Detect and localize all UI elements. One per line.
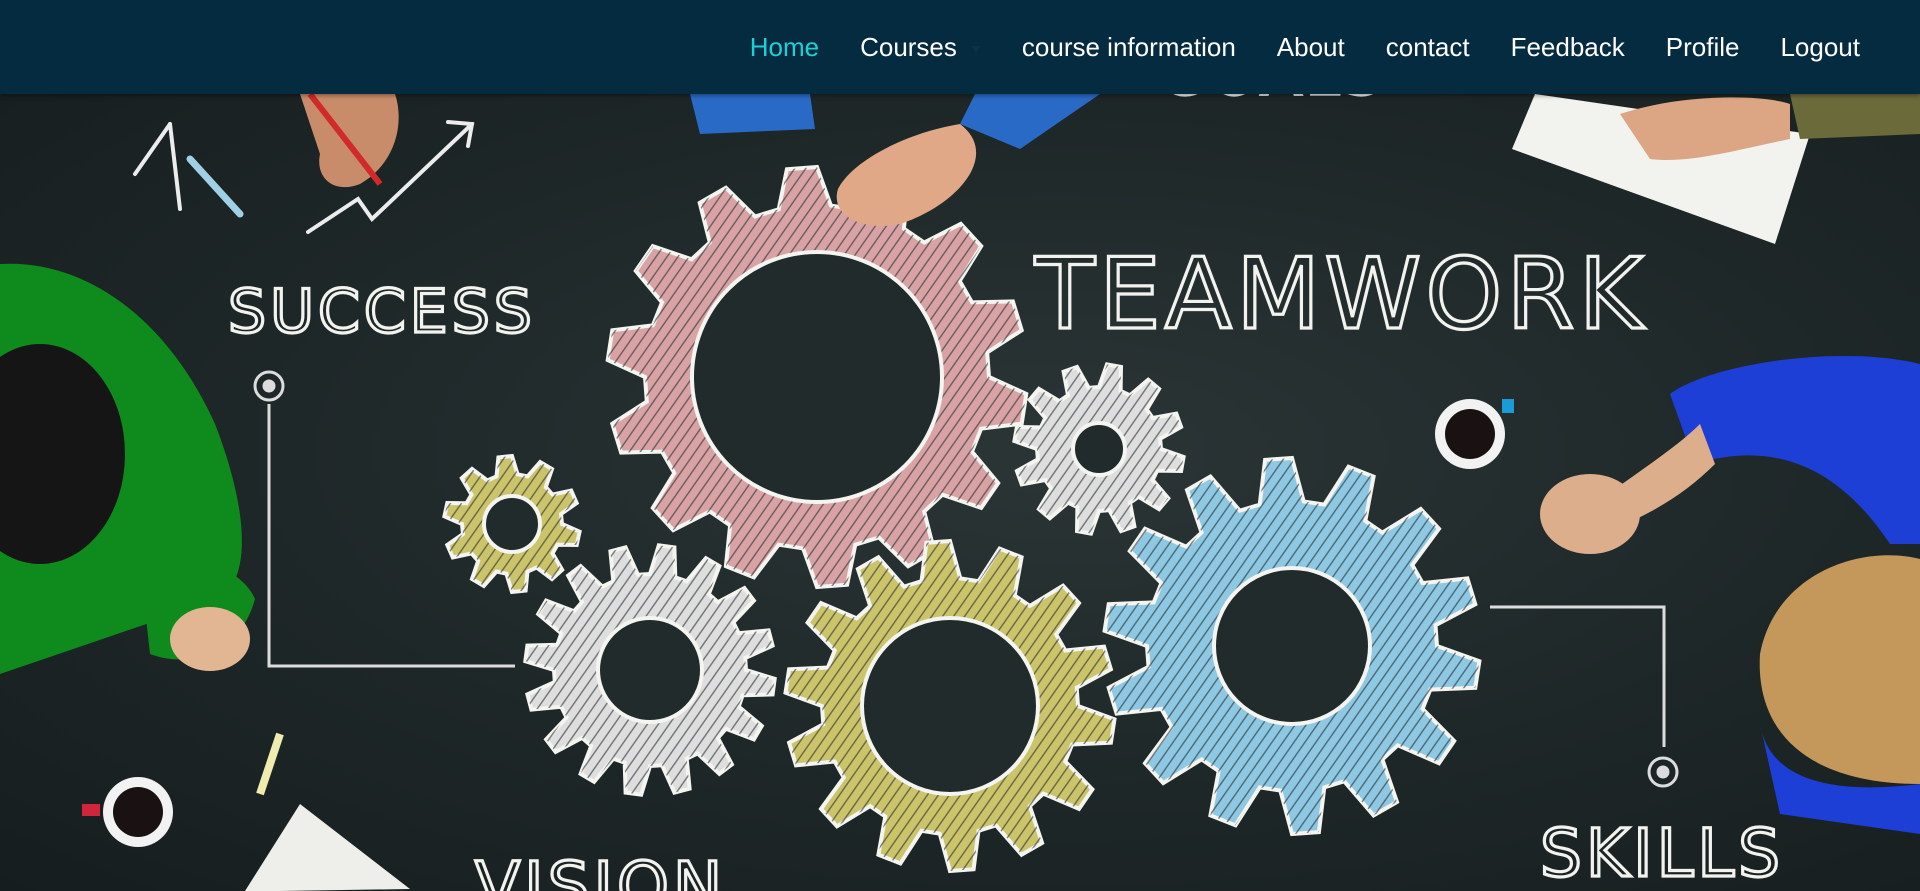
nav-item-about[interactable]: About [1277,32,1345,63]
nav-item-feedback[interactable]: Feedback [1511,32,1625,63]
nav-item-logout[interactable]: Logout [1780,32,1860,63]
chalk-word-teamwork: TEAMWORK [1034,238,1647,352]
nav-item-contact[interactable]: contact [1386,32,1470,63]
nav-item-contact-label: contact [1385,31,1470,62]
white-gear [523,543,777,797]
nav-menu: Home Courses course information About co… [709,0,1860,94]
gear-yellow-small-hole [482,494,542,554]
chalk-word-vision: VISION [475,848,726,891]
nav-item-feedback-label: Feedback [1510,31,1625,62]
chalk-word-success: SUCCESS [228,277,536,347]
person-blue-shirt [1540,355,1920,834]
white-small-gear [1012,362,1186,536]
chalk-word-goals: GOALS [1160,94,1385,109]
paper-bottom-left [245,732,410,891]
yellow-small-gear [442,453,582,595]
hero-banner-image: TEAMWORK SUCCESS SKILLS VISION GOALS [0,94,1920,891]
nav-item-home-label: Home [749,31,820,62]
hand-top-checkered [690,94,1100,226]
gear-blue-hole [1212,566,1372,726]
person-green-sweater [0,263,255,674]
gear-white-small-hole [1071,421,1127,477]
teamwork-chalkboard-illustration: TEAMWORK SUCCESS SKILLS VISION GOALS [0,94,1920,891]
chalk-word-skills: SKILLS [1540,815,1784,891]
nav-item-profile[interactable]: Profile [1666,32,1740,63]
pink-gear [605,164,1029,590]
hand-top-left [300,94,399,188]
nav-item-courses[interactable]: Courses [860,32,981,63]
nav-item-course-information[interactable]: course information [1022,32,1236,63]
blue-gear [1102,455,1482,837]
yellow-gear [783,538,1117,874]
chevron-down-icon [970,46,981,52]
top-navbar: Home Courses course information About co… [0,0,1920,94]
nav-item-courses-label: Courses [860,31,957,62]
gear-pink-hole [690,250,944,504]
gear-yellow-hole [860,616,1040,796]
nav-item-course-information-label: course information [1021,31,1236,62]
notebook-top-right [1512,94,1920,244]
nav-item-profile-label: Profile [1665,31,1740,62]
nav-item-home[interactable]: Home [750,32,819,63]
nav-item-logout-label: Logout [1780,31,1860,62]
chalk-growth-arrow [133,120,475,234]
gear-white-hole [596,616,704,724]
nav-item-about-label: About [1276,31,1345,62]
